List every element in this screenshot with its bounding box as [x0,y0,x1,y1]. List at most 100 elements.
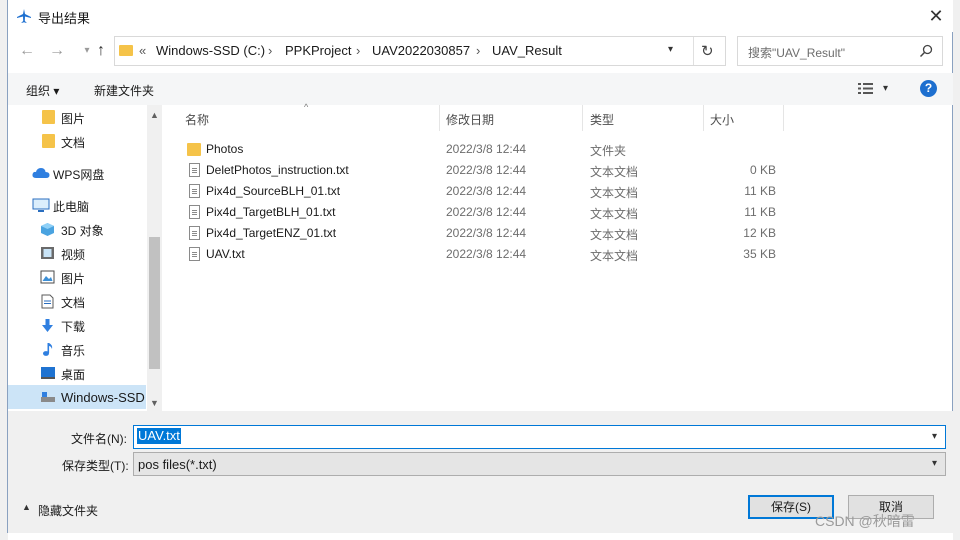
column-divider[interactable] [703,105,704,131]
help-button[interactable]: ? [920,80,937,97]
file-date: 2022/3/8 12:44 [446,247,527,261]
computer-icon [32,198,50,212]
file-name[interactable]: Pix4d_TargetBLH_01.txt [206,205,335,219]
file-size: 12 KB [743,226,776,240]
file-date: 2022/3/8 12:44 [446,163,527,177]
cube-icon [41,223,54,236]
sidebar-item-documents-2[interactable]: 文档 [61,294,85,311]
sidebar-item-music[interactable]: 音乐 [61,342,85,359]
document-icon [41,294,54,309]
column-divider[interactable] [582,105,583,131]
sidebar-item-wps-cloud[interactable]: WPS网盘 [53,166,104,183]
column-header-name[interactable]: 名称 [185,111,209,128]
table-row[interactable] [170,140,940,160]
search-icon[interactable] [919,44,933,58]
organize-menu[interactable]: 组织 ▾ [26,82,59,99]
address-dropdown-chevron-icon[interactable]: ▾ [668,44,673,55]
sidebar-item-videos[interactable]: 视频 [61,246,85,263]
filetype-chevron-icon[interactable]: ▾ [932,458,937,469]
file-date: 2022/3/8 12:44 [446,142,527,156]
filename-value[interactable]: UAV.txt [137,428,181,444]
desktop-icon [41,367,55,379]
text-file-icon [189,205,200,219]
filename-field[interactable] [133,425,946,449]
file-name[interactable]: DeletPhotos_instruction.txt [206,163,349,177]
file-date: 2022/3/8 12:44 [446,226,527,240]
file-name[interactable]: Photos [206,142,243,156]
watermark: CSDN @秋暗雷 [815,513,915,529]
breadcrumb-separator[interactable]: › [356,43,360,58]
file-name[interactable]: UAV.txt [206,247,245,261]
folder-icon [187,143,201,156]
sidebar-item-3d-objects[interactable]: 3D 对象 [61,222,104,239]
drive-icon [41,392,55,402]
view-options-icon[interactable] [858,82,874,95]
file-size: 0 KB [749,163,776,177]
filename-history-chevron-icon[interactable]: ▾ [932,431,937,442]
scroll-down-arrow-icon[interactable]: ▼ [150,398,159,408]
file-type: 文本文档 [590,207,639,221]
folder-icon [119,45,133,56]
video-icon [41,247,54,259]
forward-button[interactable]: → [46,40,68,62]
text-file-icon [189,184,200,198]
file-date: 2022/3/8 12:44 [446,184,527,198]
file-size: 35 KB [743,247,776,261]
music-icon [43,343,53,356]
file-type: 文本文档 [590,186,639,200]
breadcrumb-uav2022030857[interactable]: UAV2022030857 [372,43,470,58]
sidebar-item-documents[interactable]: 文档 [61,134,85,151]
sidebar-scrollbar-thumb[interactable] [149,237,160,369]
breadcrumb-separator[interactable]: › [476,43,480,58]
navigation-pane [8,105,163,411]
app-plane-icon [17,9,31,23]
sidebar-item-pictures-2[interactable]: 图片 [61,270,85,287]
text-file-icon [189,163,200,177]
column-header-size[interactable]: 大小 [710,111,734,128]
sidebar-item-windows-ssd[interactable]: Windows-SSD [61,390,145,405]
filetype-select[interactable] [133,452,946,476]
sidebar-item-downloads[interactable]: 下载 [61,318,85,335]
sidebar-item-pictures[interactable]: 图片 [61,110,85,127]
hide-folders-toggle[interactable]: 隐藏文件夹 [38,502,98,519]
address-overflow[interactable]: « [139,43,146,58]
up-button[interactable]: ↑ [90,40,112,62]
refresh-icon[interactable]: ↻ [701,42,714,60]
sidebar-item-desktop[interactable]: 桌面 [61,366,85,383]
file-date: 2022/3/8 12:44 [446,205,527,219]
filename-label: 文件名(N): [71,432,127,446]
text-file-icon [189,247,200,261]
breadcrumb-drive[interactable]: Windows-SSD (C:) [156,43,265,58]
file-size: 11 KB [744,205,776,219]
background-window-edge [953,0,960,540]
column-header-type[interactable]: 类型 [590,111,614,128]
collapse-up-icon[interactable]: ▲ [22,502,31,512]
new-folder-button[interactable]: 新建文件夹 [94,82,154,99]
file-name[interactable]: Pix4d_SourceBLH_01.txt [206,184,340,198]
picture-icon [40,270,55,284]
title-bar [8,0,953,32]
text-file-icon [189,226,200,240]
column-divider[interactable] [439,105,440,131]
divider [693,37,694,65]
back-button[interactable]: ← [16,40,38,62]
filetype-value: pos files(*.txt) [138,457,217,472]
column-header-date[interactable]: 修改日期 [446,111,494,128]
file-type: 文件夹 [590,144,627,158]
close-button[interactable]: ✕ [920,2,952,30]
file-type: 文本文档 [590,165,639,179]
folder-icon [42,110,55,124]
file-type: 文本文档 [590,228,639,242]
breadcrumb-separator[interactable]: › [268,43,272,58]
folder-icon [42,134,55,148]
file-size: 11 KB [744,184,776,198]
column-divider[interactable] [783,105,784,131]
view-dropdown-chevron-icon[interactable]: ▾ [883,83,888,94]
file-name[interactable]: Pix4d_TargetENZ_01.txt [206,226,336,240]
breadcrumb-uav-result[interactable]: UAV_Result [492,43,562,58]
table-row[interactable] [170,245,940,265]
sidebar-item-this-pc[interactable]: 此电脑 [53,198,89,215]
download-icon [42,319,53,332]
scroll-up-arrow-icon[interactable]: ▲ [150,110,159,120]
breadcrumb-ppkproject[interactable]: PPKProject [285,43,351,58]
